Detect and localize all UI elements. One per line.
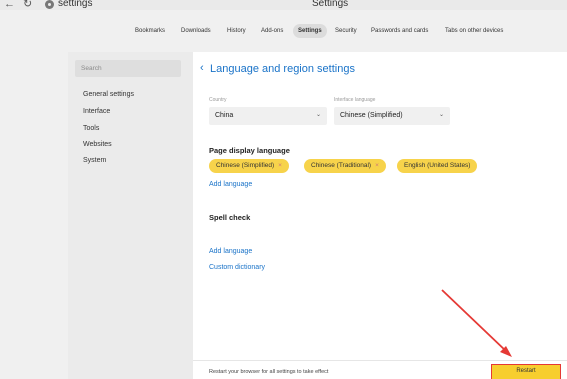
language-chip-label: Chinese (Traditional): [311, 162, 372, 169]
remove-icon[interactable]: ×: [375, 162, 379, 169]
sidebar-item-tools[interactable]: Tools: [83, 124, 99, 133]
refresh-icon[interactable]: ↻: [23, 0, 32, 11]
chevron-down-icon: ⌄: [315, 112, 321, 118]
language-chip-label: English (United States): [404, 162, 471, 169]
tab-history[interactable]: History: [222, 24, 251, 38]
tab-add-ons[interactable]: Add-ons: [256, 24, 288, 38]
restart-button[interactable]: Restart: [491, 364, 561, 379]
tab-passwords-and-cards[interactable]: Passwords and cards: [366, 24, 433, 38]
interface-language-value: Chinese (Simplified): [340, 112, 403, 119]
spell-check-heading: Spell check: [209, 213, 251, 222]
language-chip[interactable]: Chinese (Simplified) ×: [209, 159, 289, 173]
remove-icon[interactable]: ×: [278, 162, 282, 169]
country-select[interactable]: China ⌄: [209, 107, 327, 125]
tab-bookmarks[interactable]: Bookmarks: [130, 24, 170, 38]
settings-top-nav: Bookmarks Downloads History Add-ons Sett…: [0, 22, 567, 42]
add-language-link[interactable]: Add language: [209, 180, 252, 189]
settings-sidebar: Search General settings Interface Tools …: [68, 52, 193, 379]
back-arrow-icon[interactable]: ←: [4, 0, 15, 11]
spell-add-language-link[interactable]: Add language: [209, 247, 252, 256]
back-chevron-icon[interactable]: ‹: [200, 63, 204, 74]
tab-security[interactable]: Security: [330, 24, 362, 38]
country-label: Country: [209, 97, 227, 103]
page-title: Language and region settings: [210, 63, 355, 75]
restart-notice-text: Restart your browser for all settings to…: [209, 369, 329, 375]
language-chip-label: Chinese (Simplified): [216, 162, 275, 169]
address-bar-text[interactable]: settings: [58, 0, 92, 11]
title-bar: ← ↻ settings Settings: [0, 0, 567, 10]
window-title: Settings: [312, 0, 349, 9]
interface-language-label: Interface language: [334, 97, 376, 103]
tab-settings[interactable]: Settings: [293, 24, 327, 38]
sidebar-item-interface[interactable]: Interface: [83, 107, 110, 116]
interface-language-select[interactable]: Chinese (Simplified) ⌄: [334, 107, 450, 125]
sidebar-item-websites[interactable]: Websites: [83, 140, 112, 149]
language-chip[interactable]: English (United States): [397, 159, 478, 173]
custom-dictionary-link[interactable]: Custom dictionary: [209, 263, 265, 272]
page-display-language-heading: Page display language: [209, 146, 290, 155]
sidebar-item-general-settings[interactable]: General settings: [83, 90, 134, 99]
restart-notice-bar: Restart your browser for all settings to…: [193, 360, 567, 379]
settings-main-panel: ‹ Language and region settings Country C…: [193, 52, 567, 379]
country-value: China: [215, 112, 234, 119]
search-input[interactable]: Search: [75, 60, 181, 77]
sidebar-item-system[interactable]: System: [83, 156, 106, 165]
tab-other-devices[interactable]: Tabs on other devices: [440, 24, 508, 38]
settings-page-icon: [45, 0, 54, 9]
tab-downloads[interactable]: Downloads: [176, 24, 216, 38]
chevron-down-icon: ⌄: [438, 112, 444, 118]
language-chip[interactable]: Chinese (Traditional) ×: [304, 159, 386, 173]
